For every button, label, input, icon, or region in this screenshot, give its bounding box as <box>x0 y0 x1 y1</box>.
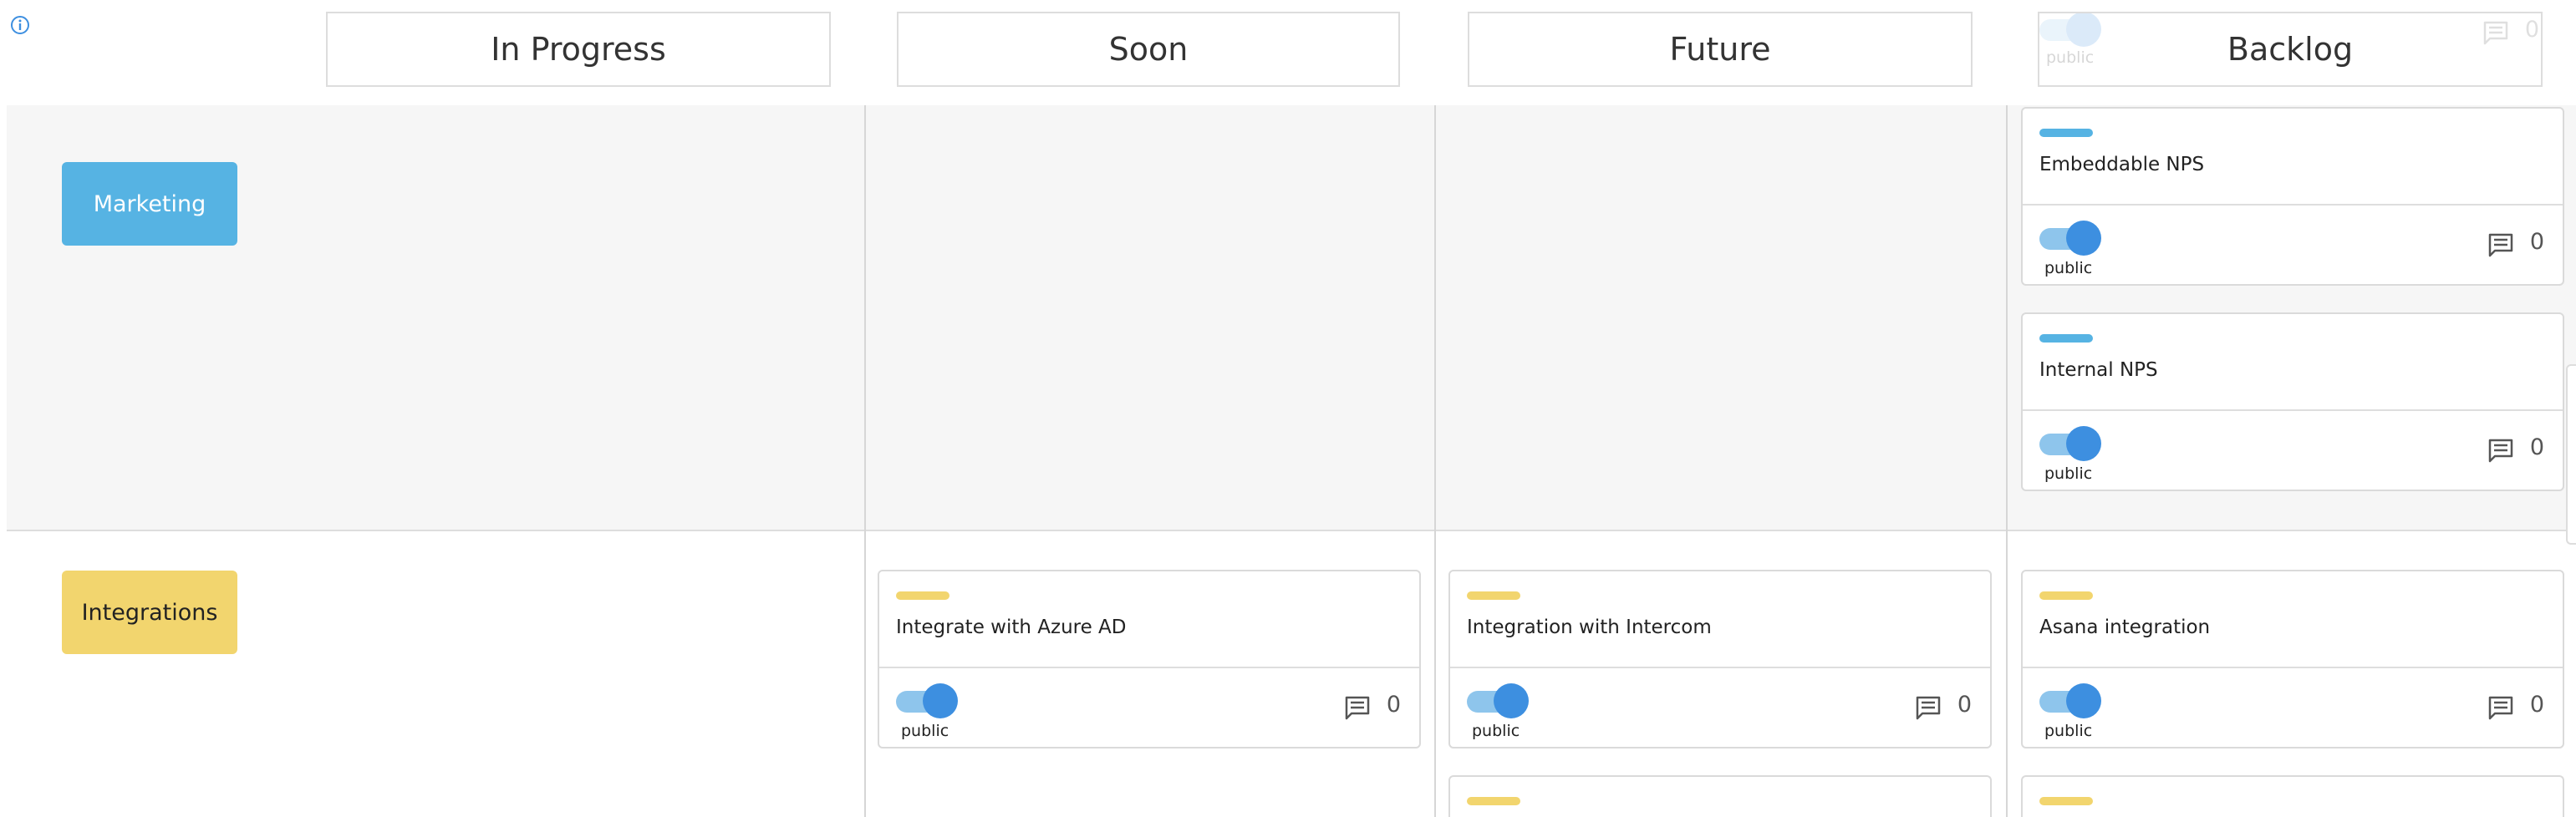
column-header-future: Future <box>1468 12 1973 87</box>
comment-icon[interactable] <box>2487 695 2514 720</box>
card-title: Integrate with Azure AD <box>896 617 1127 638</box>
category-bar <box>1467 591 1520 600</box>
row-label-integrations[interactable]: Integrations <box>62 571 237 654</box>
card-internal-nps[interactable]: Internal NPS public 0 <box>2021 312 2564 491</box>
toggle-label: public <box>2044 259 2093 277</box>
comment-icon[interactable] <box>1915 695 1942 720</box>
toggle-knob <box>2066 221 2101 256</box>
category-bar <box>896 591 949 600</box>
card-partial[interactable] <box>2021 775 2564 817</box>
card-title: Asana integration <box>2039 617 2211 638</box>
public-toggle[interactable] <box>2039 426 2101 461</box>
card-embeddable-nps[interactable]: Embeddable NPS public 0 <box>2021 107 2564 286</box>
category-bar <box>2039 334 2093 343</box>
category-bar <box>2039 129 2093 137</box>
column-header-in-progress: In Progress <box>326 12 831 87</box>
public-toggle[interactable] <box>896 683 958 718</box>
comment-icon[interactable] <box>1344 695 1371 720</box>
card-integration-with-intercom[interactable]: Integration with Intercom public 0 <box>1448 570 1992 748</box>
toggle-knob <box>1494 683 1529 718</box>
card-divider <box>2023 204 2563 206</box>
card-asana-integration[interactable]: Asana integration public 0 <box>2021 570 2564 748</box>
card-divider <box>879 667 1419 668</box>
toggle-knob <box>2066 426 2101 461</box>
comment-count: 0 <box>2529 434 2544 460</box>
comment-count: 0 <box>1386 692 1401 718</box>
card-title: Internal NPS <box>2039 359 2158 381</box>
toggle-label: public <box>2044 464 2093 483</box>
row-label-marketing[interactable]: Marketing <box>62 162 237 246</box>
column-divider <box>1434 105 1436 817</box>
category-bar <box>1467 797 1520 805</box>
column-header-soon: Soon <box>897 12 1400 87</box>
toggle-label: public <box>901 722 949 740</box>
public-toggle[interactable] <box>2039 683 2101 718</box>
public-toggle[interactable] <box>1467 683 1529 718</box>
category-bar <box>2039 797 2093 805</box>
comment-count: 0 <box>2529 692 2544 718</box>
column-header-backlog: Backlog <box>2038 12 2543 87</box>
info-icon[interactable] <box>10 15 30 35</box>
card-partial[interactable] <box>1448 775 1992 817</box>
column-divider <box>2006 105 2008 817</box>
comment-icon[interactable] <box>2487 438 2514 463</box>
toggle-label: public <box>1472 722 1520 740</box>
card-integrate-with-azure-ad[interactable]: Integrate with Azure AD public 0 <box>878 570 1421 748</box>
toggle-knob <box>923 683 958 718</box>
public-toggle[interactable] <box>2039 221 2101 256</box>
card-divider <box>2023 409 2563 411</box>
card-divider <box>2023 667 2563 668</box>
card-title: Embeddable NPS <box>2039 154 2205 175</box>
comment-icon[interactable] <box>2487 232 2514 257</box>
category-bar <box>2039 591 2093 600</box>
card-divider <box>1450 667 1990 668</box>
toggle-knob <box>2066 683 2101 718</box>
toggle-label: public <box>2044 722 2093 740</box>
comment-count: 0 <box>1957 692 1972 718</box>
card-title: Integration with Intercom <box>1467 617 1712 638</box>
side-panel-handle[interactable] <box>2566 364 2576 545</box>
column-divider <box>864 105 866 817</box>
comment-count: 0 <box>2529 229 2544 255</box>
